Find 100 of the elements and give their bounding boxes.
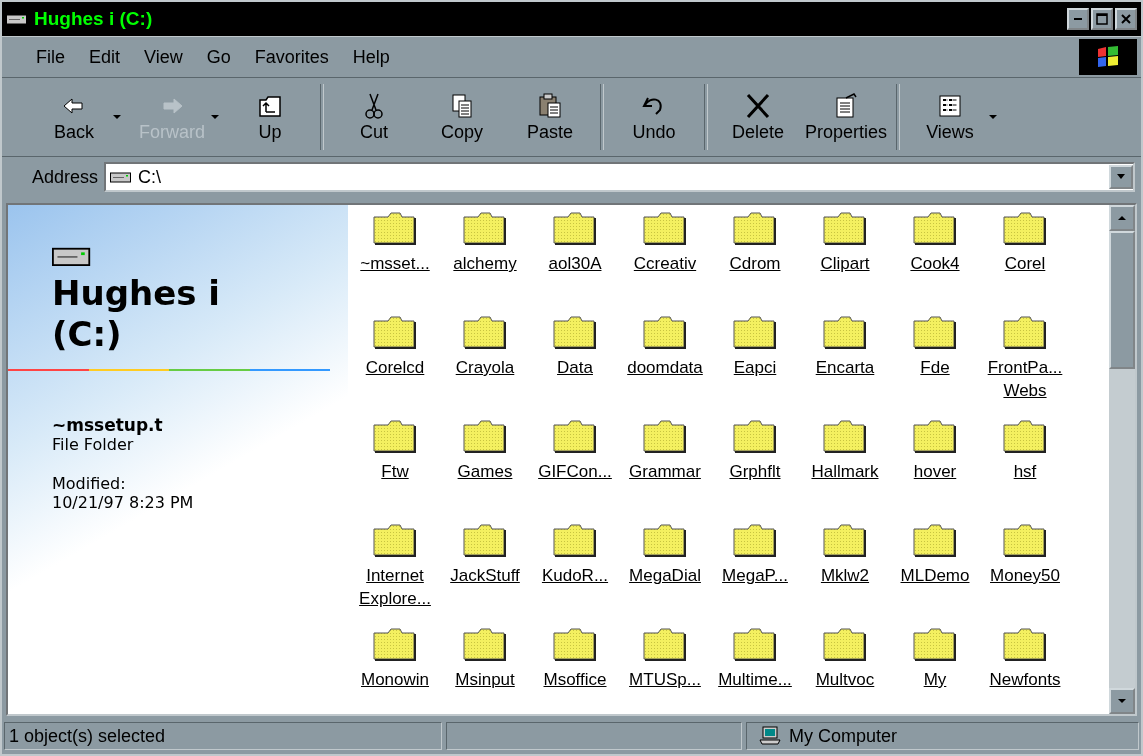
paste-icon (536, 91, 564, 120)
folder-icon (462, 211, 508, 247)
folder-icon (732, 523, 778, 559)
folder-item[interactable]: Crayola (440, 313, 530, 380)
zone-text: My Computer (789, 725, 898, 747)
toolbar-button[interactable]: Undo (610, 87, 698, 147)
folder-item[interactable]: MTUSp... (620, 625, 710, 692)
folder-icon (642, 315, 688, 351)
toolbar-button[interactable]: Up (226, 87, 314, 147)
caret-icon[interactable] (112, 113, 122, 120)
folder-item[interactable]: MegaDial (620, 521, 710, 588)
folder-icon (462, 315, 508, 351)
folder-icon (912, 523, 958, 559)
folder-item[interactable]: Hallmark (800, 417, 890, 484)
folder-item[interactable]: Games (440, 417, 530, 484)
folder-item[interactable]: Corel (980, 209, 1070, 276)
folder-item[interactable]: ~msset... (350, 209, 440, 276)
folder-icon (642, 419, 688, 455)
folder-item[interactable]: Corelcd (350, 313, 440, 380)
toolbar-button[interactable]: Properties (802, 87, 890, 147)
folder-item[interactable]: KudoR... (530, 521, 620, 588)
folder-icon (732, 211, 778, 247)
folder-icon (552, 211, 598, 247)
folder-icon (642, 211, 688, 247)
folder-item[interactable]: Grphflt (710, 417, 800, 484)
folder-icon (822, 211, 868, 247)
scroll-thumb[interactable] (1109, 231, 1135, 369)
menu-item[interactable]: File (24, 46, 77, 68)
folder-item[interactable]: GIFCon... (530, 417, 620, 484)
close-button[interactable] (1115, 8, 1137, 30)
drive-icon (110, 171, 133, 183)
toolbar-button[interactable]: Back (30, 87, 118, 147)
folder-item[interactable]: Multvoc (800, 625, 890, 692)
folder-icon (552, 315, 598, 351)
maximize-button[interactable] (1091, 8, 1113, 30)
scrollbar[interactable] (1109, 205, 1135, 714)
folder-item[interactable]: alchemy (440, 209, 530, 276)
folder-item[interactable]: hsf (980, 417, 1070, 484)
address-label: Address (32, 166, 99, 188)
folder-item[interactable]: Fde (890, 313, 980, 380)
menu-item[interactable]: Edit (77, 46, 133, 68)
folder-item[interactable]: aol30A (530, 209, 620, 276)
delete-icon (744, 91, 772, 120)
folder-icon (1002, 627, 1048, 663)
folder-item[interactable]: FrontPa... Webs (980, 313, 1070, 403)
folder-icon (732, 315, 778, 351)
folder-item[interactable]: Grammar (620, 417, 710, 484)
folder-item[interactable]: Eapci (710, 313, 800, 380)
folder-item[interactable]: Data (530, 313, 620, 380)
status-text: 1 object(s) selected (4, 722, 442, 750)
folder-icon (552, 627, 598, 663)
drive-icon (52, 245, 92, 267)
folder-item[interactable]: hover (890, 417, 980, 484)
folder-item[interactable]: Ftw (350, 417, 440, 484)
maximize-icon (1096, 13, 1108, 25)
folder-icon (552, 523, 598, 559)
folder-item[interactable]: Msinput (440, 625, 530, 692)
folder-icon (462, 419, 508, 455)
folder-icon (822, 315, 868, 351)
folder-item[interactable]: Cook4 (890, 209, 980, 276)
toolbar-button[interactable]: Paste (506, 87, 594, 147)
folder-item[interactable]: Msoffice (530, 625, 620, 692)
computer-icon (759, 726, 781, 746)
menu-item[interactable]: Go (194, 46, 243, 68)
folder-icon (912, 627, 958, 663)
folder-icon (372, 627, 418, 663)
folder-item[interactable]: Cdrom (710, 209, 800, 276)
folder-item[interactable]: Ccreativ (620, 209, 710, 276)
modified-label: Modified: (52, 473, 127, 493)
folder-item[interactable]: MLDemo (890, 521, 980, 588)
menu-item[interactable]: Favorites (242, 46, 341, 68)
toolbar-button[interactable]: Views (906, 87, 994, 147)
folder-icon (372, 523, 418, 559)
address-field[interactable]: C:\ (104, 162, 1135, 192)
folder-item[interactable]: Monowin (350, 625, 440, 692)
folder-icon (732, 419, 778, 455)
folder-icon (1002, 315, 1048, 351)
scroll-down-button[interactable] (1109, 688, 1135, 714)
folder-item[interactable]: Encarta (800, 313, 890, 380)
scroll-up-button[interactable] (1109, 205, 1135, 231)
folder-item[interactable]: Mklw2 (800, 521, 890, 588)
toolbar-button[interactable]: Delete (714, 87, 802, 147)
toolbar-button[interactable]: Cut (330, 87, 418, 147)
folder-item[interactable]: My (890, 625, 980, 692)
folder-item[interactable]: doomdata (620, 313, 710, 380)
caret-icon[interactable] (988, 113, 998, 120)
toolbar-button[interactable]: Copy (418, 87, 506, 147)
menu-item[interactable]: View (132, 46, 195, 68)
folder-item[interactable]: Internet Explore... (350, 521, 440, 611)
folder-item[interactable]: JackStuff (440, 521, 530, 588)
dropdown-button[interactable] (1109, 165, 1133, 189)
folder-item[interactable]: Multime... (710, 625, 800, 692)
folder-item[interactable]: Newfonts (980, 625, 1070, 692)
item-type: File Folder (52, 434, 134, 454)
folder-item[interactable]: Clipart (800, 209, 890, 276)
menu-item[interactable]: Help (340, 46, 402, 68)
minimize-button[interactable] (1067, 8, 1089, 30)
folder-item[interactable]: MegaP... (710, 521, 800, 588)
folder-item[interactable]: Money50 (980, 521, 1070, 588)
up-arrow-icon (1117, 215, 1127, 221)
